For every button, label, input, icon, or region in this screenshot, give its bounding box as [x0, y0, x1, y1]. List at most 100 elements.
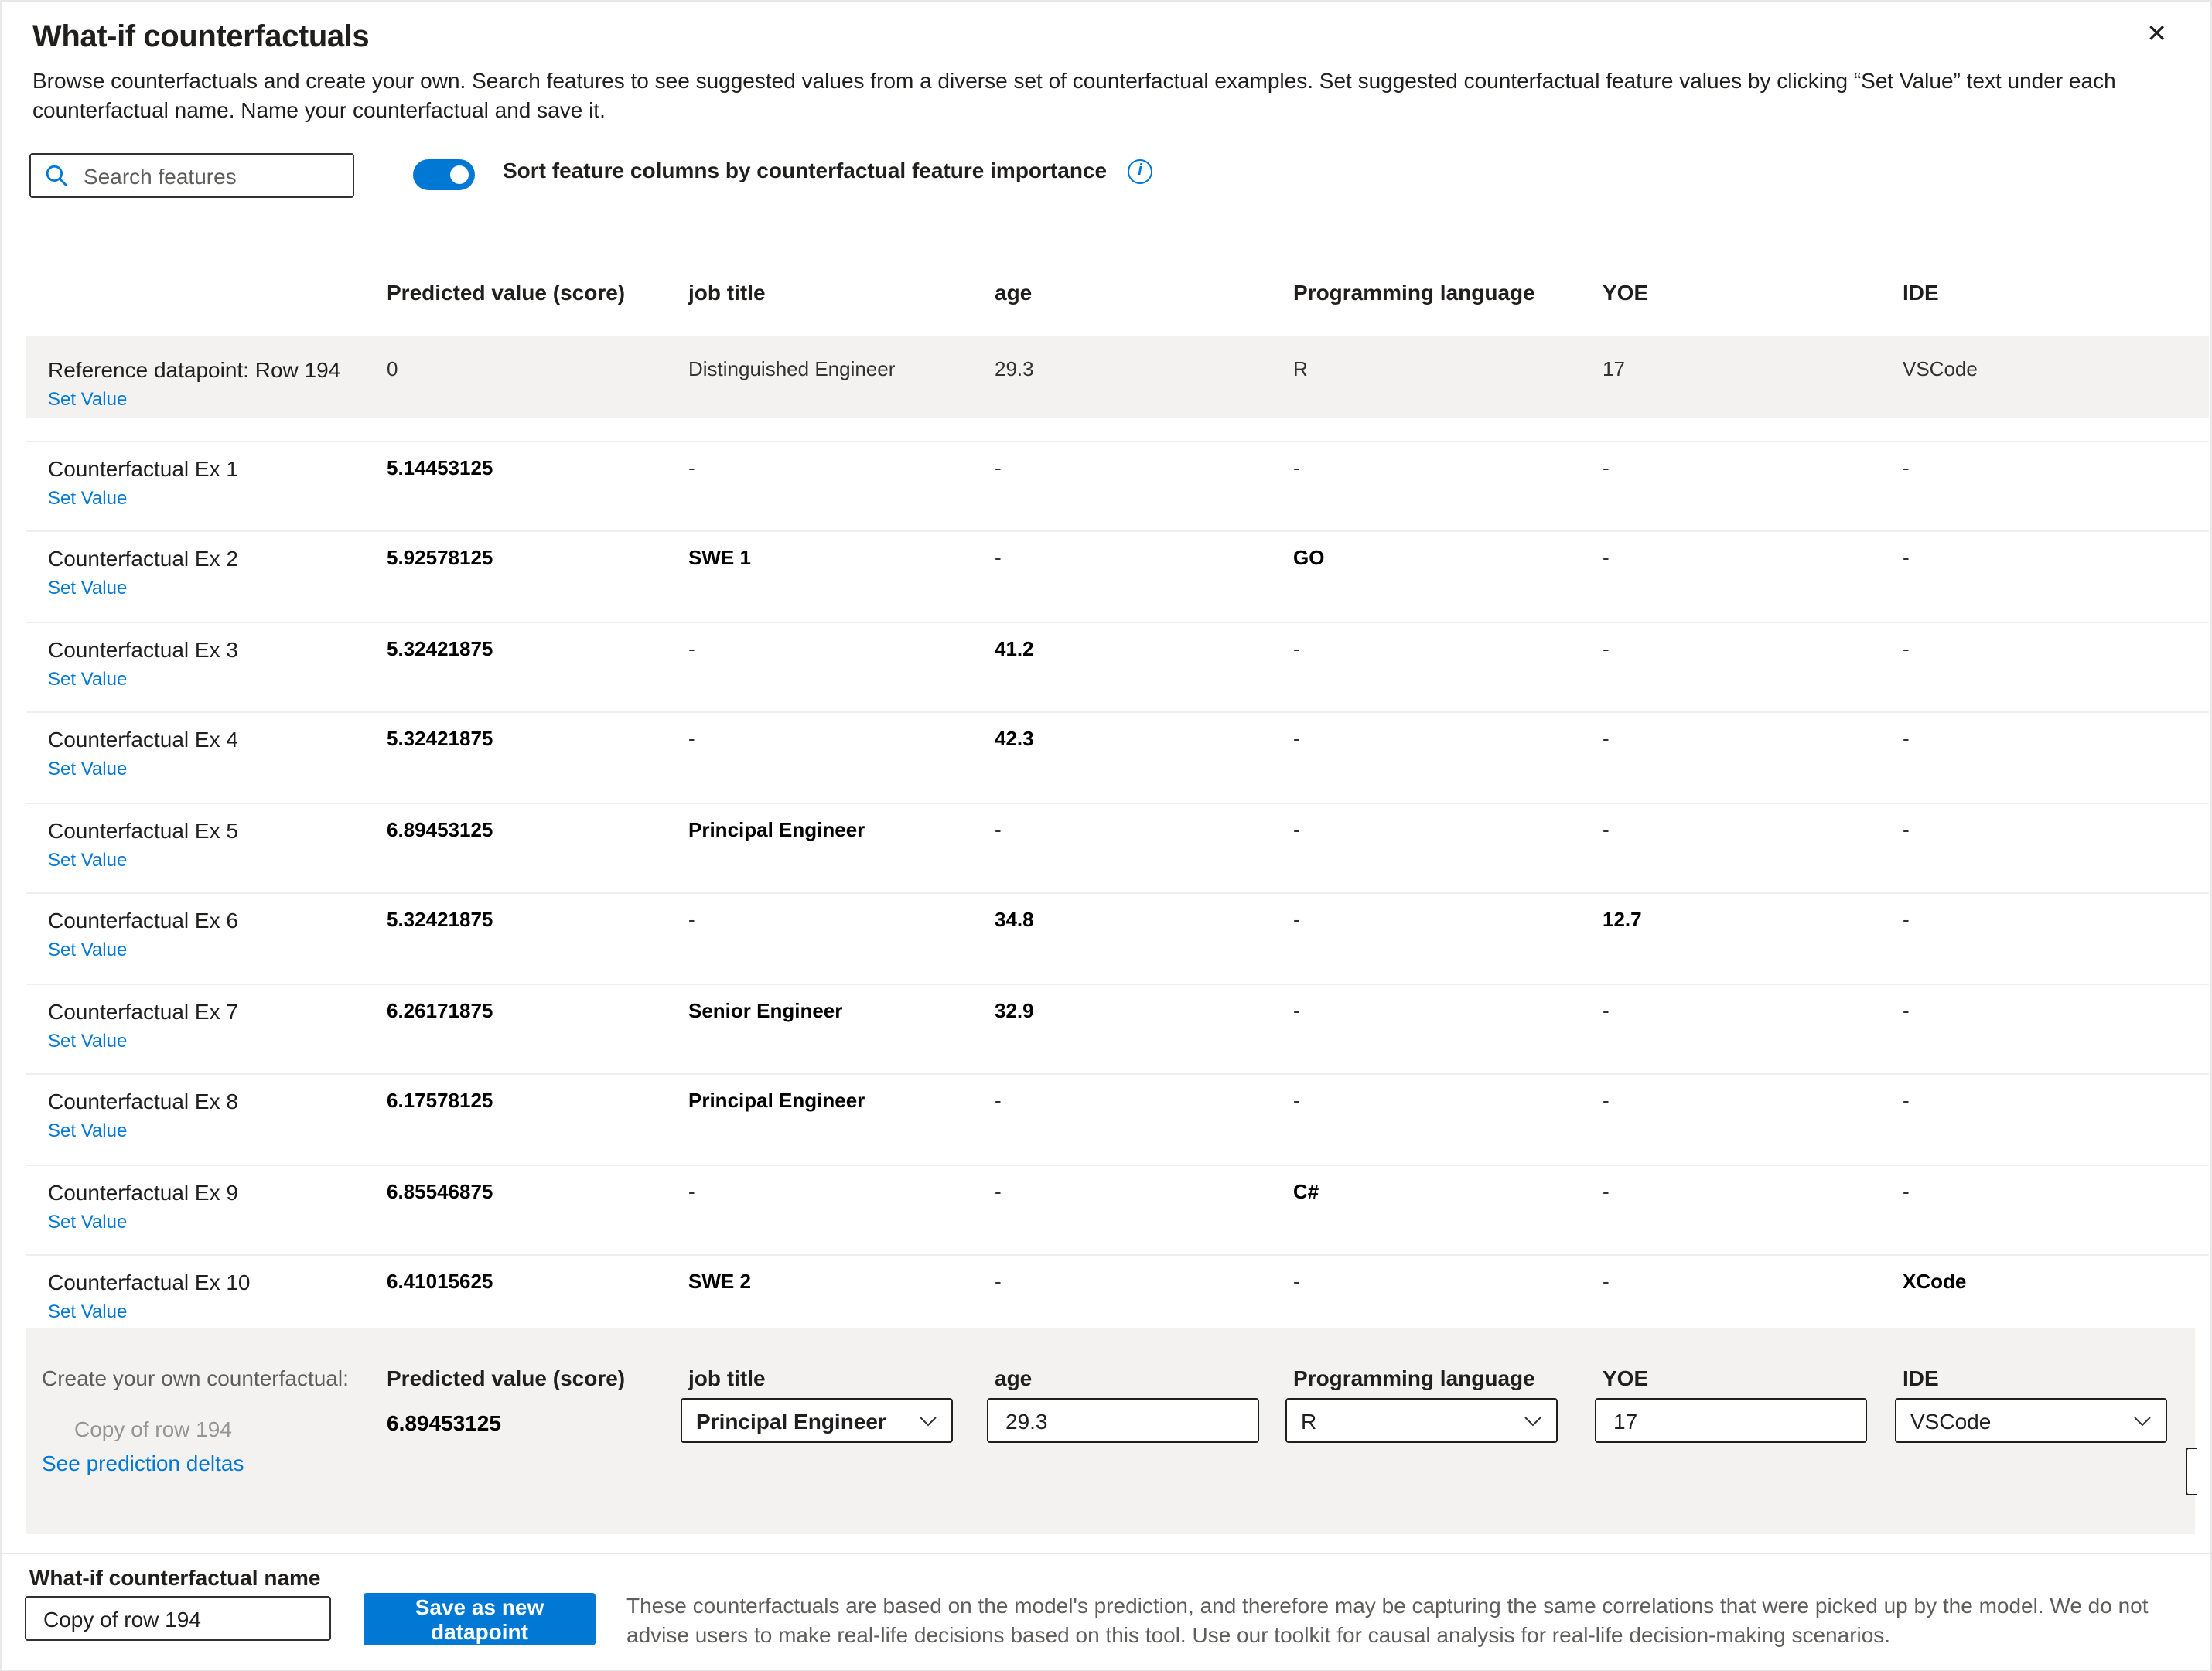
create-section-label: Create your own counterfactual:	[42, 1366, 387, 1390]
whatif-name-field[interactable]	[25, 1596, 331, 1641]
create-counterfactual-section: Create your own counterfactual: Copy of …	[26, 1328, 2194, 1534]
search-features-box[interactable]	[29, 153, 354, 198]
row-value: -	[688, 894, 995, 974]
clipped-next-field	[2185, 1448, 2196, 1495]
row-value: 5.32421875	[387, 622, 688, 702]
row-value: 6.89453125	[387, 803, 688, 883]
row-value: -	[1603, 1165, 1903, 1245]
create-field-job-title: job title Principal Engineer	[688, 1366, 995, 1478]
dialog-description: Browse counterfactuals and create your o…	[32, 66, 2152, 125]
table-header-row: Predicted value (score) job title age Pr…	[26, 280, 2209, 305]
search-input[interactable]	[80, 162, 353, 189]
row-value: 34.8	[995, 894, 1293, 974]
row-label: Counterfactual Ex 3	[48, 635, 387, 664]
row-header: Counterfactual Ex 7Set Value	[26, 984, 387, 1064]
set-value-link[interactable]: Set Value	[48, 575, 127, 602]
set-value-link[interactable]: Set Value	[48, 1299, 127, 1325]
row-value: 6.85546875	[387, 1165, 688, 1245]
row-value: -	[688, 713, 995, 793]
row-header: Counterfactual Ex 6Set Value	[26, 894, 387, 974]
create-predicted-value: 6.89453125	[387, 1410, 688, 1435]
counterfactual-row: Counterfactual Ex 1Set Value5.14453125--…	[26, 440, 2209, 530]
row-label: Counterfactual Ex 4	[48, 725, 387, 755]
see-prediction-deltas-link[interactable]: See prediction deltas	[42, 1451, 244, 1475]
field-text-input[interactable]	[1002, 1407, 1241, 1434]
dropdown-selected-value: Principal Engineer	[696, 1408, 919, 1433]
row-value: -	[1603, 622, 1903, 702]
chevron-down-icon	[1524, 1414, 1542, 1427]
create-predicted-header: Predicted value (score)	[387, 1366, 688, 1390]
row-value: SWE 1	[688, 532, 995, 612]
dropdown-selected-value: VSCode	[1910, 1408, 2133, 1433]
row-value: 32.9	[995, 984, 1293, 1064]
set-value-link[interactable]: Set Value	[48, 1028, 127, 1054]
toggle-label: Sort feature columns by counterfactual f…	[503, 158, 1107, 182]
create-field-input[interactable]	[1595, 1398, 1867, 1443]
create-predicted-cell: Predicted value (score) 6.89453125	[387, 1366, 688, 1478]
row-value: -	[688, 1165, 995, 1245]
set-value-link[interactable]: Set Value	[48, 937, 127, 963]
chevron-down-icon	[919, 1414, 937, 1427]
row-value: -	[995, 803, 1293, 883]
row-header: Counterfactual Ex 10Set Value	[26, 1256, 387, 1327]
set-value-link[interactable]: Set Value	[48, 1118, 127, 1144]
set-value-link[interactable]: Set Value	[48, 387, 127, 413]
counterfactual-row: Counterfactual Ex 9Set Value6.85546875--…	[26, 1164, 2209, 1254]
row-value: Principal Engineer	[688, 1075, 995, 1154]
create-field-label: job title	[688, 1366, 995, 1390]
disclaimer-text: These counterfactuals are based on the m…	[626, 1591, 2155, 1650]
row-value: -	[688, 442, 995, 521]
create-field-dropdown[interactable]: Principal Engineer	[681, 1398, 953, 1443]
row-value: -	[1293, 1075, 1603, 1154]
field-text-input[interactable]	[1610, 1407, 1848, 1434]
row-value: -	[1603, 1256, 1903, 1327]
set-value-link[interactable]: Set Value	[48, 666, 127, 692]
row-value: -	[1293, 1256, 1603, 1327]
counterfactual-row: Counterfactual Ex 2Set Value5.92578125SW…	[26, 530, 2209, 621]
counterfactual-row: Counterfactual Ex 4Set Value5.32421875-4…	[26, 711, 2209, 802]
column-header-programming-language: Programming language	[1293, 280, 1603, 305]
whatif-counterfactuals-dialog: What-if counterfactuals ✕ Browse counter…	[0, 0, 2212, 1671]
row-label: Counterfactual Ex 8	[48, 1087, 387, 1117]
save-as-new-datapoint-button[interactable]: Save as new datapoint	[364, 1593, 596, 1645]
row-value: -	[1293, 713, 1603, 793]
reference-row-header: Reference datapoint: Row 194 Set Value	[26, 336, 387, 418]
create-field-input[interactable]	[987, 1398, 1259, 1443]
info-icon[interactable]: i	[1128, 159, 1152, 184]
row-value: -	[1293, 803, 1603, 883]
create-field-label: age	[995, 1366, 1293, 1390]
set-value-link[interactable]: Set Value	[48, 1209, 127, 1235]
row-value: -	[1903, 713, 2209, 793]
create-field-dropdown[interactable]: VSCode	[1895, 1398, 2167, 1443]
close-icon[interactable]: ✕	[2146, 20, 2167, 51]
counterfactual-row: Counterfactual Ex 6Set Value5.32421875-3…	[26, 892, 2209, 983]
row-value: C#	[1293, 1165, 1603, 1245]
reference-value-job-title: Distinguished Engineer	[688, 336, 995, 418]
create-field-dropdown[interactable]: R	[1285, 1398, 1558, 1443]
reference-value-yoe: 17	[1603, 336, 1903, 418]
row-value: -	[995, 532, 1293, 612]
set-value-link[interactable]: Set Value	[48, 756, 127, 783]
row-value: -	[1603, 713, 1903, 793]
counterfactual-row: Counterfactual Ex 10Set Value6.41015625 S…	[26, 1254, 2209, 1328]
whatif-name-input[interactable]	[40, 1605, 309, 1632]
sort-importance-toggle[interactable]	[413, 159, 475, 190]
row-header: Counterfactual Ex 9Set Value	[26, 1165, 387, 1245]
footer-divider	[2, 1553, 2210, 1554]
counterfactual-row: Counterfactual Ex 7Set Value6.26171875Se…	[26, 983, 2209, 1073]
counterfactual-rows: Counterfactual Ex 1Set Value5.14453125--…	[26, 440, 2209, 1328]
create-field-label: Programming language	[1293, 1366, 1603, 1390]
counterfactual-name-text: Copy of row 194	[74, 1417, 387, 1441]
set-value-link[interactable]: Set Value	[48, 847, 127, 873]
row-value: Senior Engineer	[688, 984, 995, 1064]
row-value: -	[1903, 1075, 2209, 1154]
column-header-ide: IDE	[1903, 280, 2209, 305]
row-value: -	[1903, 894, 2209, 974]
row-value: 6.41015625	[387, 1256, 688, 1327]
counterfactual-row: Counterfactual Ex 8Set Value6.17578125Pr…	[26, 1073, 2209, 1164]
set-value-link[interactable]: Set Value	[48, 485, 127, 511]
row-value: GO	[1293, 532, 1603, 612]
row-label: Counterfactual Ex 1	[48, 454, 387, 483]
column-header-yoe: YOE	[1603, 280, 1903, 305]
row-value: -	[1603, 1075, 1903, 1154]
